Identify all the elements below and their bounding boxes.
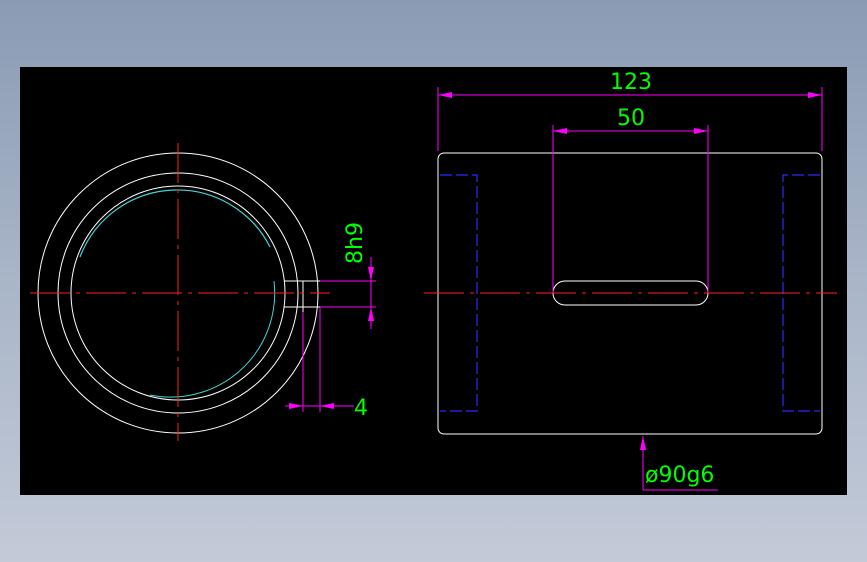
- arrow-50-right: [694, 128, 708, 134]
- side-view: 123 50 ø90g6: [424, 70, 837, 491]
- dim-text-8h9: 8h9: [343, 222, 368, 264]
- end-view: 8h9 4: [30, 143, 376, 441]
- engineering-drawing: 8h9 4 123 50 ø90g6: [30, 70, 837, 491]
- arrow-123-right: [808, 92, 822, 98]
- thread-arc-lower: [149, 280, 276, 398]
- arrow-90g6: [640, 436, 646, 450]
- drawing-canvas: 8h9 4 123 50 ø90g6: [20, 67, 847, 495]
- arrow-4-right: [320, 403, 334, 409]
- dim-text-4: 4: [354, 396, 368, 421]
- arrow-8h9-bottom: [368, 307, 374, 321]
- arrow-123-left: [438, 92, 452, 98]
- arrow-50-left: [553, 128, 567, 134]
- dim-text-90g6: ø90g6: [645, 463, 714, 488]
- dim-text-123: 123: [610, 70, 652, 95]
- arrow-4-left: [289, 403, 303, 409]
- dim-text-50: 50: [617, 106, 645, 131]
- arrow-8h9-top: [368, 267, 374, 281]
- thread-arc: [79, 189, 271, 258]
